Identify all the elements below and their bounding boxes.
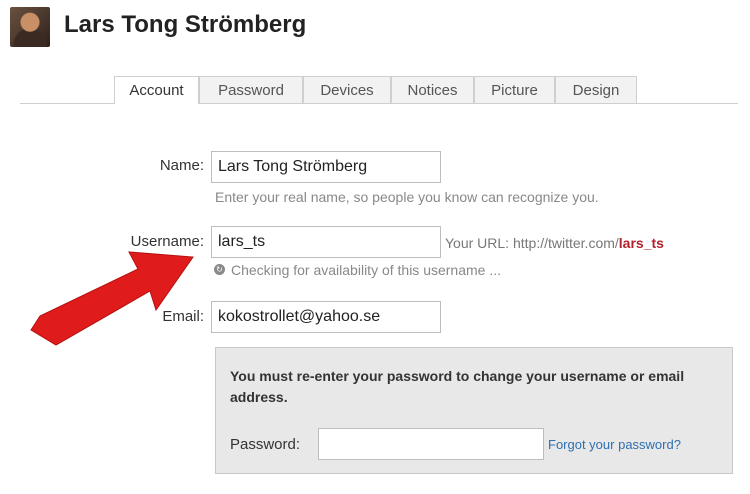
red-arrow-icon — [30, 251, 194, 346]
